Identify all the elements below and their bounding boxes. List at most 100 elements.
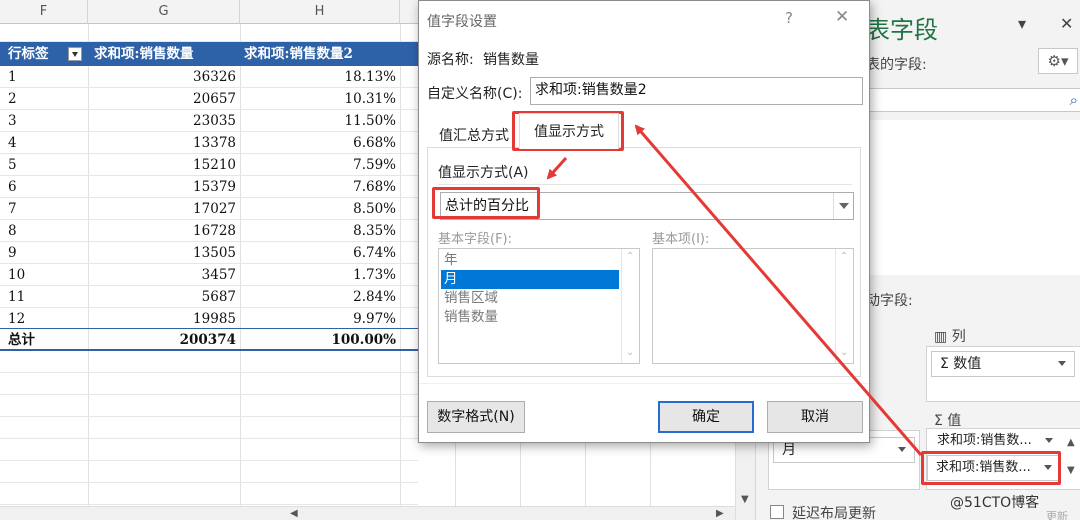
row-label: 1 bbox=[8, 69, 17, 85]
row-label: 11 bbox=[8, 289, 26, 305]
chevron-down-icon[interactable] bbox=[1058, 361, 1066, 366]
row-pct: 10.31% bbox=[344, 91, 396, 107]
row-pct: 11.50% bbox=[344, 113, 396, 129]
pivot-header-row: 行标签 求和项:销售数量 求和项:销售数量2 bbox=[0, 42, 418, 66]
number-format-button[interactable]: 数字格式(N) bbox=[427, 401, 525, 433]
show-values-as-label: 值显示方式(A) bbox=[438, 165, 529, 181]
columns-area-label: ▥ 列 bbox=[934, 326, 966, 346]
table-row[interactable]: 8 16728 8.35% bbox=[0, 220, 418, 242]
row-qty: 13505 bbox=[193, 245, 236, 261]
row-qty: 3457 bbox=[201, 267, 236, 283]
table-row[interactable]: 2 20657 10.31% bbox=[0, 88, 418, 110]
table-row[interactable]: 4 13378 6.68% bbox=[0, 132, 418, 154]
scroll-up-icon[interactable]: ⌃ bbox=[626, 251, 634, 262]
columns-area[interactable]: Σ 数值 bbox=[926, 346, 1080, 402]
row-pct: 7.68% bbox=[353, 179, 396, 195]
row-qty: 36326 bbox=[193, 69, 236, 85]
row-label: 4 bbox=[8, 135, 17, 151]
empty-row bbox=[0, 24, 418, 42]
list-item-selected[interactable]: 月 bbox=[441, 270, 619, 289]
rows-field-name: 月 bbox=[782, 442, 796, 458]
list-item[interactable]: 销售数量 bbox=[441, 308, 619, 327]
table-row[interactable]: 3 23035 11.50% bbox=[0, 110, 418, 132]
scroll-down-icon[interactable]: ⌄ bbox=[840, 347, 848, 358]
scroll-up-icon[interactable]: ▲ bbox=[1067, 437, 1075, 448]
table-row[interactable]: 6 15379 7.68% bbox=[0, 176, 418, 198]
empty-row bbox=[0, 373, 418, 395]
update-button[interactable]: 更新 bbox=[1046, 508, 1068, 520]
source-name-value: 销售数量 bbox=[483, 52, 539, 68]
field-list[interactable] bbox=[866, 120, 1080, 275]
chevron-down-icon[interactable] bbox=[1045, 438, 1053, 443]
scroll-right-icon[interactable]: ▶ bbox=[716, 508, 724, 519]
columns-field-chip[interactable]: Σ 数值 bbox=[931, 351, 1075, 377]
column-header-f[interactable]: F bbox=[0, 0, 88, 24]
panel-menu-icon[interactable]: ▾ bbox=[1018, 14, 1026, 33]
row-pct: 8.50% bbox=[353, 201, 396, 217]
table-row[interactable]: 12 19985 9.97% bbox=[0, 308, 418, 330]
annotation-box-select bbox=[432, 187, 540, 219]
table-row[interactable]: 1 36326 18.13% bbox=[0, 66, 418, 88]
total-label: 总计 bbox=[8, 332, 35, 348]
filter-dropdown-icon[interactable] bbox=[68, 47, 82, 61]
column-header-g[interactable]: G bbox=[88, 0, 240, 24]
row-pct: 2.84% bbox=[353, 289, 396, 305]
panel-close-icon[interactable]: ✕ bbox=[1060, 14, 1073, 33]
close-icon[interactable]: ✕ bbox=[835, 7, 849, 27]
table-row[interactable]: 5 15210 7.59% bbox=[0, 154, 418, 176]
empty-row bbox=[0, 417, 418, 439]
row-qty: 20657 bbox=[193, 91, 236, 107]
list-item[interactable]: 销售区域 bbox=[441, 289, 619, 308]
chevron-down-icon[interactable] bbox=[833, 193, 853, 219]
value-field-settings-dialog: 值字段设置 ? ✕ 源名称: 销售数量 自定义名称(C): 求和项:销售数量2 … bbox=[418, 0, 870, 443]
row-label: 8 bbox=[8, 223, 17, 239]
total-qty: 200374 bbox=[179, 332, 236, 348]
help-icon[interactable]: ? bbox=[785, 9, 793, 27]
table-row[interactable]: 9 13505 6.74% bbox=[0, 242, 418, 264]
scroll-left-icon[interactable]: ◀ bbox=[290, 508, 298, 519]
row-pct: 1.73% bbox=[353, 267, 396, 283]
annotation-box-field bbox=[921, 451, 1061, 485]
table-row[interactable]: 7 17027 8.50% bbox=[0, 198, 418, 220]
drag-fields-label: 动字段: bbox=[866, 293, 913, 309]
row-pct: 9.97% bbox=[353, 311, 396, 327]
chevron-down-icon[interactable] bbox=[898, 447, 906, 452]
scroll-down-icon[interactable]: ▼ bbox=[741, 494, 749, 505]
base-item-list[interactable]: ⌃ ⌄ bbox=[652, 248, 854, 364]
defer-update-label: 延迟布局更新 bbox=[792, 506, 876, 520]
total-row[interactable]: 总计 200374 100.00% bbox=[0, 328, 418, 351]
row-qty: 16728 bbox=[193, 223, 236, 239]
pivot-header-sum2[interactable]: 求和项:销售数量2 bbox=[240, 42, 400, 66]
row-qty: 17027 bbox=[193, 201, 236, 217]
values-area-label: Σ 值 bbox=[934, 410, 961, 430]
divider bbox=[419, 383, 869, 384]
custom-name-input[interactable]: 求和项:销售数量2 bbox=[530, 77, 863, 105]
scroll-down-icon[interactable]: ⌄ bbox=[626, 347, 634, 358]
scroll-up-icon[interactable]: ⌃ bbox=[840, 251, 848, 262]
row-qty: 23035 bbox=[193, 113, 236, 129]
horizontal-scrollbar[interactable]: ◀ ▶ bbox=[0, 506, 735, 520]
list-item[interactable]: 年 bbox=[441, 251, 619, 270]
columns-field-name: 数值 bbox=[953, 356, 982, 372]
tab-summarize-by[interactable]: 值汇总方式 bbox=[431, 125, 517, 145]
pivot-header-sum[interactable]: 求和项:销售数量 bbox=[90, 42, 240, 66]
list-scrollbar[interactable]: ⌃ ⌄ bbox=[835, 249, 853, 363]
sigma-icon: Σ bbox=[934, 413, 948, 429]
base-field-list[interactable]: 年 月 销售区域 销售数量 ⌃ ⌄ bbox=[438, 248, 640, 364]
row-label: 5 bbox=[8, 157, 17, 173]
total-pct: 100.00% bbox=[331, 332, 397, 348]
cancel-button[interactable]: 取消 bbox=[767, 401, 863, 433]
scroll-down-icon[interactable]: ▼ bbox=[1067, 465, 1075, 476]
values-area-label-text: 值 bbox=[947, 413, 962, 429]
tab-show-values-as[interactable]: 值显示方式 bbox=[519, 113, 619, 149]
list-scrollbar[interactable]: ⌃ ⌄ bbox=[621, 249, 639, 363]
ok-button[interactable]: 确定 bbox=[658, 401, 754, 433]
table-row[interactable]: 10 3457 1.73% bbox=[0, 264, 418, 286]
field-search-input[interactable]: ⌕ bbox=[866, 88, 1080, 112]
defer-update-checkbox[interactable] bbox=[770, 505, 784, 519]
search-icon[interactable]: ⌕ bbox=[1070, 91, 1078, 109]
table-row[interactable]: 11 5687 2.84% bbox=[0, 286, 418, 308]
gear-icon[interactable]: ⚙▾ bbox=[1038, 48, 1078, 74]
panel-title: 表字段 bbox=[866, 16, 938, 44]
column-header-h[interactable]: H bbox=[240, 0, 400, 24]
